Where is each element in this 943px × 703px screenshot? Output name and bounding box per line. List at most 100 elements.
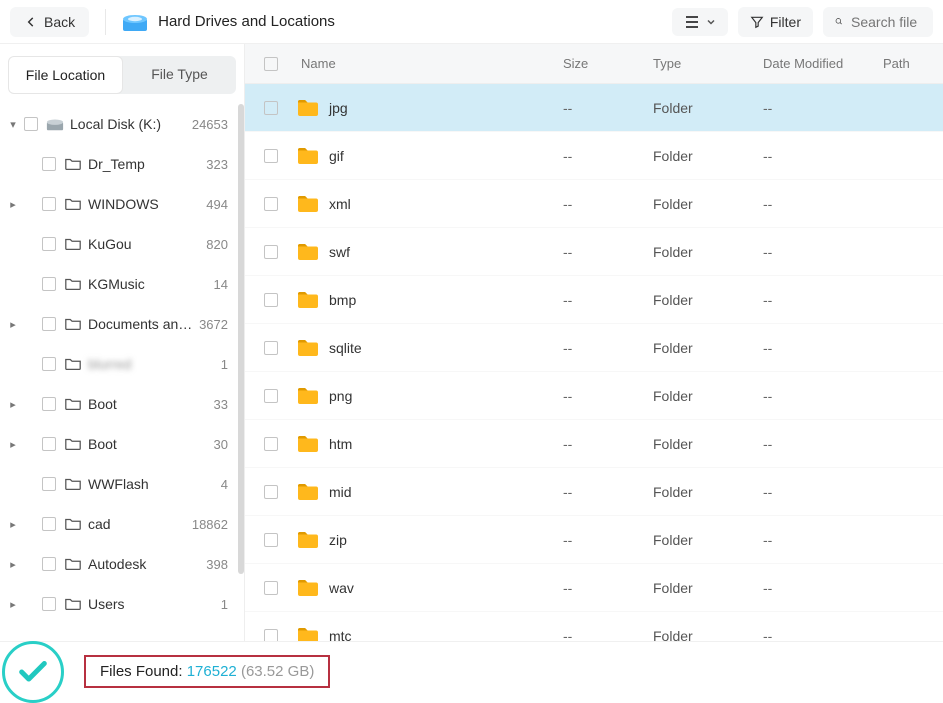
list-row[interactable]: gif--Folder-- <box>245 132 943 180</box>
folder-outline-icon <box>64 356 82 372</box>
files-found-label: Files Found: <box>100 663 187 680</box>
tree-checkbox[interactable] <box>42 517 56 531</box>
files-found-box: Files Found: 176522 (63.52 GB) <box>84 655 330 688</box>
tree-checkbox[interactable] <box>42 237 56 251</box>
row-type: Folder <box>653 388 763 404</box>
row-checkbox[interactable] <box>245 293 297 307</box>
files-found-count: 176522 <box>187 663 237 680</box>
row-size: -- <box>563 484 653 500</box>
tree-count: 30 <box>214 437 238 452</box>
tree-caret[interactable]: ▸ <box>6 318 20 331</box>
tree-item[interactable]: KGMusic14 <box>0 264 238 304</box>
list-row[interactable]: htm--Folder-- <box>245 420 943 468</box>
topbar: Back Hard Drives and Locations Filter <box>0 0 943 44</box>
list-row[interactable]: jpg--Folder-- <box>245 84 943 132</box>
select-all-checkbox[interactable] <box>245 57 297 71</box>
list-row[interactable]: swf--Folder-- <box>245 228 943 276</box>
list-row[interactable]: zip--Folder-- <box>245 516 943 564</box>
row-size: -- <box>563 100 653 116</box>
list-row[interactable]: mtc--Folder-- <box>245 612 943 641</box>
folder-icon <box>297 195 319 213</box>
row-type: Folder <box>653 100 763 116</box>
tree-caret[interactable]: ▸ <box>6 398 20 411</box>
tree-item[interactable]: ▸Documents and Set...3672 <box>0 304 238 344</box>
tree-item[interactable]: ▸Boot33 <box>0 384 238 424</box>
tree-checkbox[interactable] <box>24 117 38 131</box>
col-type[interactable]: Type <box>653 56 763 71</box>
tree-caret[interactable]: ▸ <box>6 598 20 611</box>
tree-checkbox[interactable] <box>42 317 56 331</box>
tree-caret[interactable]: ▸ <box>6 558 20 571</box>
back-button[interactable]: Back <box>10 7 89 37</box>
tree-label: KGMusic <box>88 276 214 292</box>
tree-checkbox[interactable] <box>42 157 56 171</box>
tree-item[interactable]: WWFlash4 <box>0 464 238 504</box>
tree-caret[interactable]: ▸ <box>6 438 20 451</box>
row-checkbox[interactable] <box>245 245 297 259</box>
row-checkbox[interactable] <box>245 197 297 211</box>
row-name: mtc <box>329 628 352 642</box>
list-row[interactable]: sqlite--Folder-- <box>245 324 943 372</box>
tree-item[interactable]: ▾Local Disk (K:)24653 <box>0 104 238 144</box>
row-checkbox[interactable] <box>245 149 297 163</box>
col-size[interactable]: Size <box>563 56 653 71</box>
row-name: htm <box>329 436 352 452</box>
folder-tree[interactable]: ▾Local Disk (K:)24653Dr_Temp323▸WINDOWS4… <box>0 104 244 641</box>
tree-checkbox[interactable] <box>42 597 56 611</box>
tree-item[interactable]: ▸Boot30 <box>0 424 238 464</box>
tree-checkbox[interactable] <box>42 277 56 291</box>
tree-caret[interactable]: ▸ <box>6 518 20 531</box>
row-name: png <box>329 388 352 404</box>
tree-checkbox[interactable] <box>42 557 56 571</box>
col-path[interactable]: Path <box>883 56 943 71</box>
row-size: -- <box>563 244 653 260</box>
tree-item[interactable]: ▸Autodesk398 <box>0 544 238 584</box>
col-name[interactable]: Name <box>297 56 563 71</box>
row-date: -- <box>763 436 883 452</box>
tree-label: KuGou <box>88 236 206 252</box>
tab-file-type[interactable]: File Type <box>123 56 236 94</box>
list-row[interactable]: xml--Folder-- <box>245 180 943 228</box>
row-checkbox[interactable] <box>245 101 297 115</box>
row-checkbox[interactable] <box>245 341 297 355</box>
row-checkbox[interactable] <box>245 581 297 595</box>
tree-item[interactable]: ▸cad18862 <box>0 504 238 544</box>
tree-item[interactable]: KuGou820 <box>0 224 238 264</box>
search-input[interactable] <box>851 14 921 30</box>
col-date[interactable]: Date Modified <box>763 56 883 71</box>
file-list[interactable]: jpg--Folder--gif--Folder--xml--Folder--s… <box>245 84 943 641</box>
row-checkbox[interactable] <box>245 485 297 499</box>
tree-caret[interactable]: ▸ <box>6 198 20 211</box>
list-row[interactable]: bmp--Folder-- <box>245 276 943 324</box>
tree-count: 1 <box>221 357 238 372</box>
tree-checkbox[interactable] <box>42 397 56 411</box>
tree-checkbox[interactable] <box>42 477 56 491</box>
tree-item[interactable]: ▸WINDOWS494 <box>0 184 238 224</box>
list-row[interactable]: mid--Folder-- <box>245 468 943 516</box>
folder-icon <box>297 99 319 117</box>
sidebar-scrollbar[interactable] <box>238 104 244 574</box>
tree-item[interactable]: blurred1 <box>0 344 238 384</box>
row-name: gif <box>329 148 344 164</box>
tree-item[interactable]: ▸Users1 <box>0 584 238 624</box>
row-checkbox[interactable] <box>245 629 297 642</box>
row-checkbox[interactable] <box>245 437 297 451</box>
tree-count: 820 <box>206 237 238 252</box>
view-menu-button[interactable] <box>672 8 728 36</box>
list-row[interactable]: wav--Folder-- <box>245 564 943 612</box>
filter-button[interactable]: Filter <box>738 7 813 37</box>
tree-caret[interactable]: ▾ <box>6 118 20 131</box>
tree-checkbox[interactable] <box>42 197 56 211</box>
tab-file-location[interactable]: File Location <box>8 56 123 94</box>
row-checkbox[interactable] <box>245 389 297 403</box>
search-box[interactable] <box>823 7 933 37</box>
tree-checkbox[interactable] <box>42 357 56 371</box>
tree-checkbox[interactable] <box>42 437 56 451</box>
list-row[interactable]: png--Folder-- <box>245 372 943 420</box>
tree-item[interactable]: Dr_Temp323 <box>0 144 238 184</box>
tree-label: Local Disk (K:) <box>70 116 192 132</box>
tree-count: 1 <box>221 597 238 612</box>
row-name: swf <box>329 244 350 260</box>
folder-outline-icon <box>64 436 82 452</box>
row-checkbox[interactable] <box>245 533 297 547</box>
